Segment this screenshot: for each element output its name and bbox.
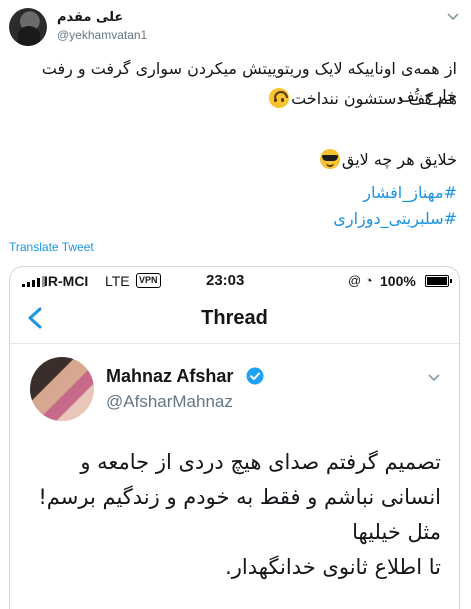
- inner-tweet-text: تصمیم گرفتم صدای هیچ دردی از جامعه و انس…: [21, 445, 441, 585]
- translate-tweet-link[interactable]: Translate Tweet: [9, 240, 94, 254]
- inner-tweet-line: تصمیم گرفتم صدای هیچ دردی از جامعه و: [80, 450, 441, 474]
- inner-tweet-line: انسانی نباشم و فقط به خودم و زندگیم برسم…: [38, 485, 441, 509]
- hashtag-link[interactable]: #مهناز_افشار: [363, 180, 457, 206]
- phone-status-bar: IR-MCI LTE VPN 23:03 @ ◔ 100%: [10, 267, 459, 295]
- chevron-down-icon: [428, 374, 440, 382]
- chevron-down-icon[interactable]: [446, 10, 460, 24]
- tweet-card: علی مقدم @yekhamvatan1 از همه‌ی اوناییکه…: [0, 0, 471, 609]
- inner-author-avatar: [30, 357, 94, 421]
- alarm-icon: @ ◔: [348, 273, 373, 288]
- hashtag-link[interactable]: #سلبریتی_دوزاری: [333, 206, 457, 232]
- inner-author-name: Mahnaz Afshar: [106, 366, 234, 386]
- thread-nav-bar: Thread: [10, 295, 459, 344]
- battery-icon: [425, 275, 452, 287]
- author-name[interactable]: علی مقدم: [57, 10, 123, 25]
- clock: 23:03: [206, 272, 245, 289]
- tweet-text-line-3-text: خلایق هر چه لایق: [341, 150, 457, 169]
- upside-down-face-emoji: [269, 88, 290, 108]
- network-label: LTE: [105, 273, 130, 289]
- signal-icon: [22, 275, 45, 287]
- inner-tweet-line: تا اطلاع ثانوی خدانگهدار.: [225, 555, 441, 579]
- attached-image[interactable]: IR-MCI LTE VPN 23:03 @ ◔ 100% Thread Mah…: [9, 266, 460, 609]
- author-handle[interactable]: @yekhamvatan1: [57, 28, 147, 42]
- sunglasses-emoji: [319, 149, 340, 169]
- tweet-text-line-2-text: هم کف دستشون ننداخت: [291, 89, 457, 108]
- author-avatar[interactable]: [9, 8, 47, 46]
- nav-title: Thread: [201, 307, 268, 329]
- battery-percent: 100%: [380, 273, 416, 289]
- inner-tweet-line: مثل خیلیها: [352, 520, 441, 544]
- verified-badge-icon: [246, 367, 264, 385]
- carrier-label: IR-MCI: [44, 273, 89, 289]
- tweet-text-line-2: هم کف دستشون ننداخت: [17, 85, 457, 112]
- tweet-text-line-3: خلایق هر چه لایق: [17, 146, 457, 173]
- inner-author-handle: @AfsharMahnaz: [106, 392, 233, 411]
- vpn-badge: VPN: [136, 273, 161, 288]
